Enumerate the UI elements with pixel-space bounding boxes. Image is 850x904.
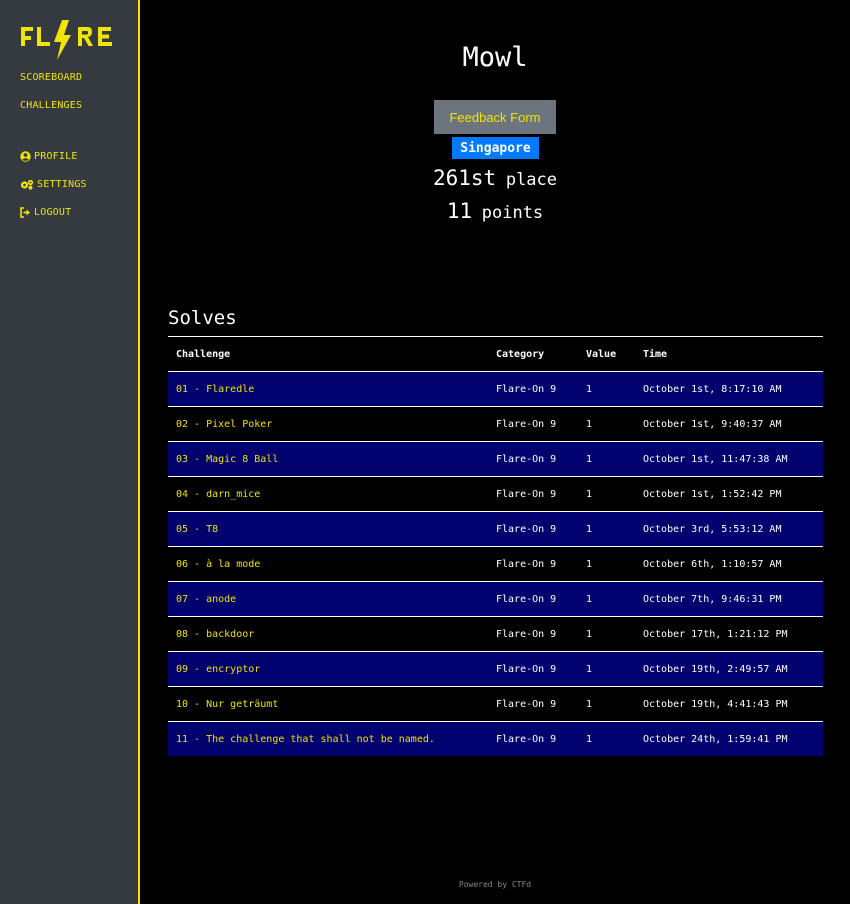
nav-logout[interactable]: LOGOUT	[20, 207, 71, 218]
flare-logo[interactable]	[20, 18, 116, 62]
challenge-link[interactable]: 01 - Flaredle	[168, 371, 488, 407]
challenge-link[interactable]: 07 - anode	[168, 581, 488, 617]
value-cell: 1	[578, 616, 635, 652]
time-cell: October 24th, 1:59:41 PM	[635, 721, 823, 756]
category-cell: Flare-On 9	[488, 581, 578, 617]
cogs-icon	[20, 179, 34, 190]
time-cell: October 1st, 1:52:42 PM	[635, 476, 823, 512]
value-cell: 1	[578, 546, 635, 582]
value-cell: 1	[578, 581, 635, 617]
time-cell: October 1st, 9:40:37 AM	[635, 406, 823, 442]
category-cell: Flare-On 9	[488, 441, 578, 477]
value-cell: 1	[578, 651, 635, 687]
header-time: Time	[635, 336, 823, 372]
header-category: Category	[488, 336, 578, 372]
nav-scoreboard-label: SCOREBOARD	[20, 72, 83, 83]
table-header-row: Challenge Category Value Time	[168, 336, 823, 372]
points-value: 11	[446, 199, 473, 223]
challenge-link[interactable]: 03 - Magic 8 Ball	[168, 441, 488, 477]
feedback-form-button[interactable]: Feedback Form	[434, 100, 556, 134]
category-cell: Flare-On 9	[488, 651, 578, 687]
value-cell: 1	[578, 721, 635, 756]
value-cell: 1	[578, 511, 635, 547]
time-cell: October 7th, 9:46:31 PM	[635, 581, 823, 617]
category-cell: Flare-On 9	[488, 476, 578, 512]
category-cell: Flare-On 9	[488, 546, 578, 582]
value-cell: 1	[578, 686, 635, 722]
challenge-link[interactable]: 11 - The challenge that shall not be nam…	[168, 721, 488, 756]
nav-settings-label: SETTINGS	[37, 179, 87, 190]
team-name: Mowl	[462, 42, 528, 73]
time-cell: October 1st, 8:17:10 AM	[635, 371, 823, 407]
time-cell: October 19th, 4:41:43 PM	[635, 686, 823, 722]
team-points: 11 points	[140, 199, 850, 223]
place-word: place	[505, 170, 558, 190]
table-row: 07 - anode Flare-On 9 1 October 7th, 9:4…	[168, 581, 823, 617]
challenge-link[interactable]: 09 - encryptor	[168, 651, 488, 687]
value-cell: 1	[578, 406, 635, 442]
nav-scoreboard[interactable]: SCOREBOARD	[20, 72, 82, 83]
sign-out-icon	[20, 207, 31, 218]
logo-graphic	[21, 20, 112, 60]
category-cell: Flare-On 9	[488, 511, 578, 547]
nav-profile-label: PROFILE	[34, 151, 78, 162]
nav-logout-label: LOGOUT	[34, 207, 72, 218]
challenge-link[interactable]: 06 - à la mode	[168, 546, 488, 582]
category-cell: Flare-On 9	[488, 406, 578, 442]
nav-settings[interactable]: SETTINGS	[20, 179, 87, 190]
table-row: 01 - Flaredle Flare-On 9 1 October 1st, …	[168, 371, 823, 407]
place-rank: 261st	[432, 166, 497, 190]
team-place: 261st place	[140, 166, 850, 190]
table-row: 08 - backdoor Flare-On 9 1 October 17th,…	[168, 616, 823, 652]
challenge-link[interactable]: 08 - backdoor	[168, 616, 488, 652]
challenge-link[interactable]: 05 - T8	[168, 511, 488, 547]
nav-challenges[interactable]: CHALLENGES	[20, 100, 82, 111]
category-cell: Flare-On 9	[488, 616, 578, 652]
time-cell: October 19th, 2:49:57 AM	[635, 651, 823, 687]
category-cell: Flare-On 9	[488, 371, 578, 407]
table-row: 05 - T8 Flare-On 9 1 October 3rd, 5:53:1…	[168, 511, 823, 547]
category-cell: Flare-On 9	[488, 686, 578, 722]
nav-profile[interactable]: PROFILE	[20, 151, 78, 162]
value-cell: 1	[578, 441, 635, 477]
challenge-link[interactable]: 10 - Nur geträumt	[168, 686, 488, 722]
challenge-link[interactable]: 04 - darn_mice	[168, 476, 488, 512]
footer-powered-by[interactable]: Powered by CTFd	[140, 880, 850, 889]
category-cell: Flare-On 9	[488, 721, 578, 756]
time-cell: October 6th, 1:10:57 AM	[635, 546, 823, 582]
solves-heading: Solves	[168, 307, 237, 329]
time-cell: October 17th, 1:21:12 PM	[635, 616, 823, 652]
user-circle-icon	[20, 151, 31, 162]
header-value: Value	[578, 336, 635, 372]
value-cell: 1	[578, 476, 635, 512]
time-cell: October 3rd, 5:53:12 AM	[635, 511, 823, 547]
solves-table: Challenge Category Value Time 01 - Flare…	[168, 336, 823, 756]
challenge-link[interactable]: 02 - Pixel Poker	[168, 406, 488, 442]
table-row: 06 - à la mode Flare-On 9 1 October 6th,…	[168, 546, 823, 582]
points-word: points	[481, 203, 544, 223]
table-row: 11 - The challenge that shall not be nam…	[168, 721, 823, 756]
value-cell: 1	[578, 371, 635, 407]
table-row: 10 - Nur geträumt Flare-On 9 1 October 1…	[168, 686, 823, 722]
table-row: 02 - Pixel Poker Flare-On 9 1 October 1s…	[168, 406, 823, 442]
time-cell: October 1st, 11:47:38 AM	[635, 441, 823, 477]
table-row: 03 - Magic 8 Ball Flare-On 9 1 October 1…	[168, 441, 823, 477]
country-badge: Singapore	[452, 137, 539, 159]
table-row: 04 - darn_mice Flare-On 9 1 October 1st,…	[168, 476, 823, 512]
sidebar: SCOREBOARD CHALLENGES PROFILE SETTINGS L…	[0, 0, 140, 904]
nav-challenges-label: CHALLENGES	[20, 100, 83, 111]
header-challenge: Challenge	[168, 336, 488, 372]
table-row: 09 - encryptor Flare-On 9 1 October 19th…	[168, 651, 823, 687]
